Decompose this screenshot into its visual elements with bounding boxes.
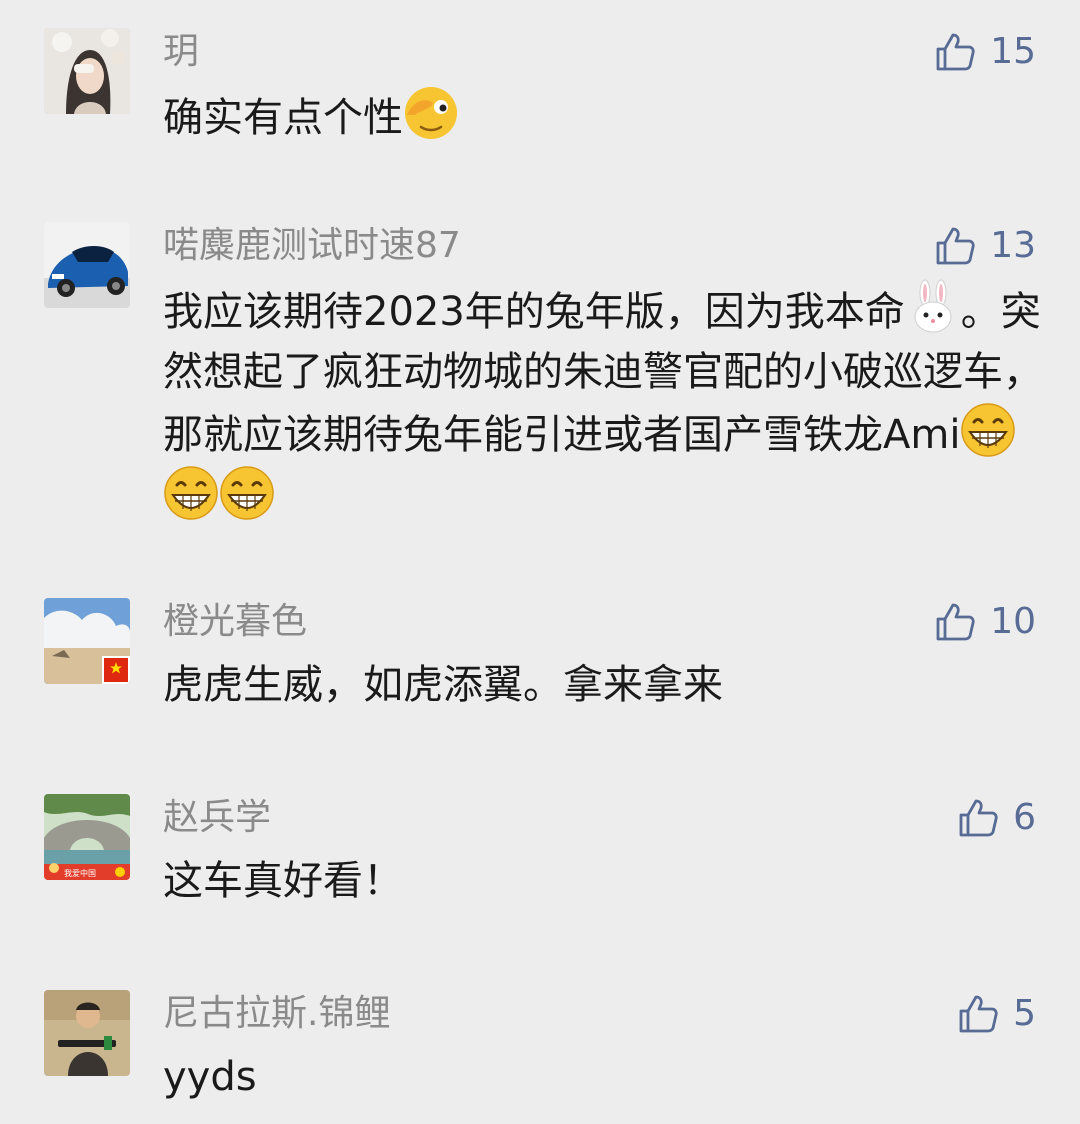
like-count: 5 [1013, 993, 1036, 1034]
thumbs-up-icon [936, 33, 975, 71]
avatar-image [44, 598, 130, 684]
thumbs-up-icon [936, 227, 975, 265]
avatar[interactable]: 我爱中国 [44, 794, 130, 880]
comment-text: 确实有点个性 [163, 85, 1043, 148]
avatar-image [44, 28, 130, 114]
like-button[interactable]: 5 [957, 990, 1036, 1038]
comment-text-content: 确实有点个性 [163, 95, 403, 141]
avatar-image [44, 222, 130, 308]
avatar-image [44, 990, 130, 1076]
comment-item: 喏麋鹿测试时速87 13 我应该期待2023年的兔年版，因为我本命 。突然想起了疯… [0, 222, 1080, 522]
avatar[interactable] [44, 222, 130, 308]
comment-list: 玥 15 确实有点个性 喏麋鹿测试时速87 13 我应该期待2023年的兔年版，… [0, 0, 1080, 1124]
username[interactable]: 赵兵学 [163, 796, 271, 840]
avatar[interactable] [44, 28, 130, 114]
comment-item: 我爱中国 赵兵学 6 这车真好看！ [0, 794, 1080, 914]
username[interactable]: 尼古拉斯.锦鲤 [163, 992, 390, 1036]
username[interactable]: 橙光暮色 [163, 600, 307, 644]
like-button[interactable]: 13 [934, 222, 1036, 270]
comment-text-part1: 我应该期待2023年的兔年版，因为我本命 [163, 289, 905, 335]
thumbs-up-icon [936, 603, 975, 641]
grin-emoji [219, 465, 275, 521]
like-button[interactable]: 15 [934, 28, 1036, 76]
like-count: 6 [1013, 797, 1036, 838]
like-button[interactable]: 6 [957, 794, 1036, 842]
avatar[interactable] [44, 598, 130, 684]
username[interactable]: 玥 [163, 30, 199, 74]
comment-text: 虎虎生威，如虎添翼。拿来拿来 [163, 662, 723, 708]
avatar[interactable] [44, 990, 130, 1076]
comment-item: 玥 15 确实有点个性 [0, 28, 1080, 148]
comment-item: 尼古拉斯.锦鲤 5 yyds [0, 990, 1080, 1110]
grin-emoji [960, 402, 1016, 458]
comment-text: 这车真好看！ [163, 858, 403, 904]
like-count: 15 [990, 31, 1036, 72]
thumbs-up-icon [959, 799, 998, 837]
like-count: 13 [990, 225, 1036, 266]
face-covering-eye-emoji [403, 85, 459, 141]
avatar-badge-text: 我爱中国 [64, 868, 96, 878]
like-button[interactable]: 10 [934, 598, 1036, 646]
comment-item: 橙光暮色 10 虎虎生威，如虎添翼。拿来拿来 [0, 598, 1080, 718]
username[interactable]: 喏麋鹿测试时速87 [163, 224, 461, 268]
thumbs-up-icon [959, 995, 998, 1033]
avatar-image: 我爱中国 [44, 794, 130, 880]
like-count: 10 [990, 601, 1036, 642]
rabbit-emoji [905, 279, 961, 335]
comment-text: 我应该期待2023年的兔年版，因为我本命 。突然想起了疯狂动物城的朱迪警官配的小破… [163, 279, 1043, 528]
grin-emoji [163, 465, 219, 521]
comment-text: yyds [163, 1054, 257, 1100]
